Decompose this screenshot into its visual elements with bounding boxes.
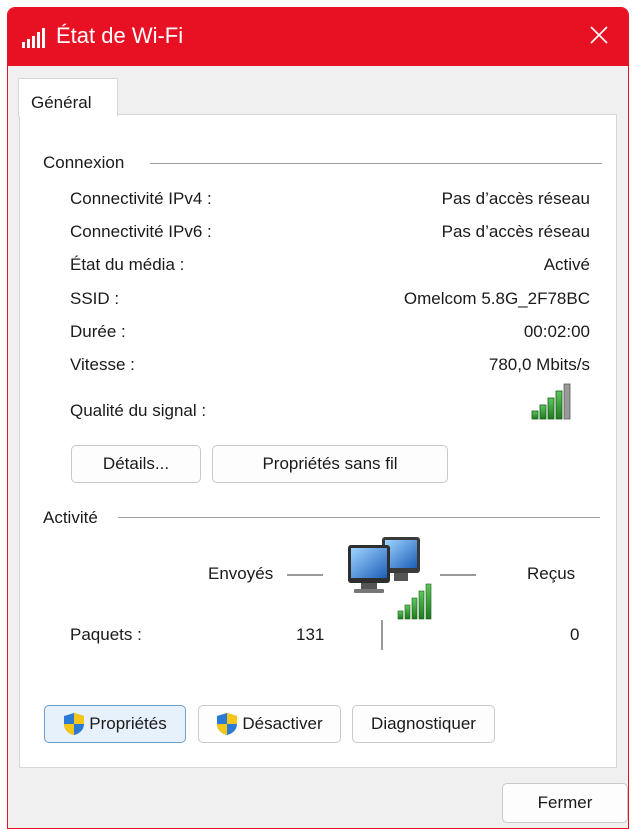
window-title: État de Wi-Fi (56, 23, 184, 48)
wifi-signal-icon (22, 28, 48, 53)
disable-button-label: Désactiver (242, 714, 323, 733)
network-computers-icon (346, 535, 436, 630)
disable-button[interactable]: Désactiver (198, 705, 341, 743)
activity-divider (118, 517, 600, 518)
speed-label: Vitesse : (70, 355, 135, 374)
uac-shield-icon (63, 712, 85, 736)
uac-shield-icon (216, 712, 238, 736)
ssid-value: Omelcom 5.8G_2F78BC (403, 289, 590, 308)
duration-value: 00:02:00 (523, 322, 590, 341)
packets-sent-value: 131 (296, 625, 325, 644)
connexion-divider (150, 163, 602, 164)
details-button[interactable]: Détails... (71, 445, 201, 483)
ipv4-value: Pas d’accès réseau (441, 189, 590, 208)
diagnose-button[interactable]: Diagnostiquer (352, 705, 495, 743)
close-button[interactable]: Fermer (502, 783, 628, 823)
received-dash (440, 574, 476, 576)
tab-panel-general: Connexion Connectivité IPv4 : Pas d’accè… (19, 114, 617, 768)
speed-value: 780,0 Mbits/s (488, 355, 590, 374)
properties-button-label: Propriétés (89, 714, 167, 733)
signal-strength-icon (530, 381, 578, 426)
tab-general[interactable]: Général (18, 78, 118, 116)
title-bar: État de Wi-Fi (8, 8, 628, 66)
ipv4-label: Connectivité IPv4 : (70, 189, 212, 208)
activity-group-title: Activité (43, 508, 106, 528)
media-state-label: État du média : (70, 255, 185, 274)
activity-separator (381, 620, 383, 650)
sent-label: Envoyés (208, 564, 274, 583)
close-window-button[interactable] (570, 8, 628, 66)
ssid-label: SSID : (70, 289, 120, 308)
packets-received-value: 0 (570, 625, 580, 644)
media-state-value: Activé (543, 255, 590, 274)
close-icon (589, 25, 609, 50)
signal-quality-label: Qualité du signal : (70, 401, 207, 420)
connexion-group-title: Connexion (43, 153, 133, 173)
properties-button[interactable]: Propriétés (44, 705, 186, 743)
duration-label: Durée : (70, 322, 126, 341)
wireless-properties-button[interactable]: Propriétés sans fil (212, 445, 448, 483)
ipv6-value: Pas d’accès réseau (441, 222, 590, 241)
received-label: Reçus (527, 564, 576, 583)
sent-dash (287, 574, 323, 576)
ipv6-label: Connectivité IPv6 : (70, 222, 212, 241)
packets-label: Paquets : (70, 625, 142, 644)
wifi-status-window: État de Wi-Fi Général Connexion Connecti… (7, 7, 629, 829)
